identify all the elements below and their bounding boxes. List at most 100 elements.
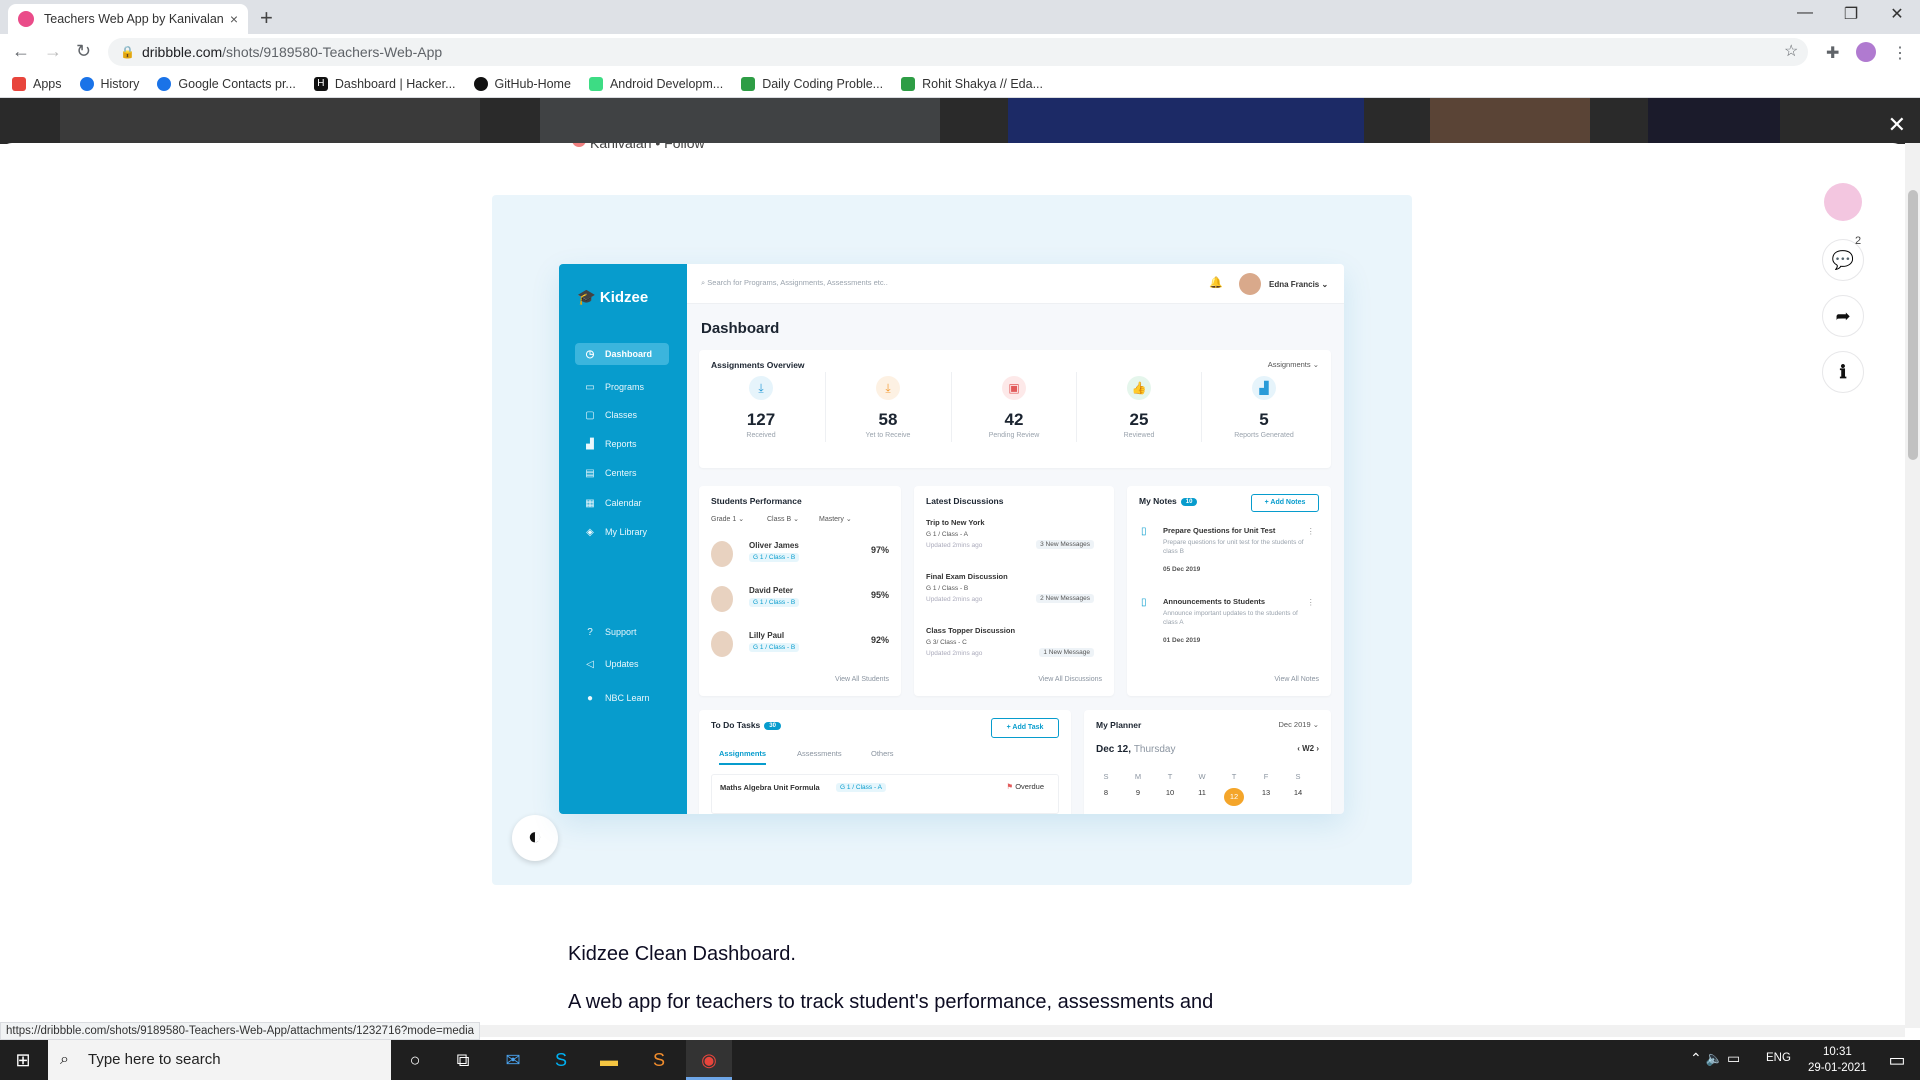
cortana-icon[interactable]: ○ bbox=[392, 1040, 438, 1080]
more-options-icon[interactable]: ⋮ bbox=[1307, 597, 1316, 608]
designer-avatar[interactable] bbox=[1824, 183, 1862, 221]
nav-my-library[interactable]: ◈ My Library bbox=[575, 521, 669, 543]
sublime-text-icon[interactable]: S bbox=[636, 1040, 682, 1080]
bookmark-rohit-shakya[interactable]: Rohit Shakya // Eda... bbox=[901, 76, 1043, 91]
nav-centers[interactable]: ▤ Centers bbox=[575, 462, 669, 484]
add-notes-button[interactable]: + Add Notes bbox=[1251, 494, 1319, 512]
more-options-icon[interactable]: ⋮ bbox=[1307, 526, 1316, 537]
system-tray[interactable]: ⌃ 🔈 ▭ bbox=[1690, 1050, 1740, 1067]
grade-filter[interactable]: Grade 1 ⌄ bbox=[711, 515, 744, 523]
nav-classes[interactable]: ▢ Classes bbox=[575, 404, 669, 426]
address-bar[interactable]: 🔒 dribbble.com/shots/9189580-Teachers-We… bbox=[108, 38, 1808, 66]
user-name[interactable]: Edna Francis ⌄ bbox=[1269, 280, 1328, 289]
share-icon[interactable]: ➦ bbox=[1822, 295, 1864, 337]
notification-bell-icon[interactable]: 🔔 bbox=[1209, 276, 1223, 289]
view-all-discussions-link[interactable]: View All Discussions bbox=[1038, 676, 1102, 683]
vertical-scrollbar-thumb[interactable] bbox=[1908, 190, 1918, 460]
nav-reports[interactable]: ▟ Reports bbox=[575, 433, 669, 455]
history-icon bbox=[79, 76, 94, 91]
month-selector[interactable]: Dec 2019 ⌄ bbox=[1279, 720, 1319, 729]
language-indicator[interactable]: ENG bbox=[1766, 1052, 1791, 1064]
nav-updates[interactable]: ◁ Updates bbox=[575, 653, 669, 675]
view-all-notes-link[interactable]: View All Notes bbox=[1274, 676, 1319, 683]
menu-kebab-icon[interactable]: ⋮ bbox=[1892, 43, 1908, 63]
bookmark-google-contacts[interactable]: Google Contacts pr... bbox=[157, 76, 296, 91]
note-item[interactable]: ▯ Prepare Questions for Unit Test Prepare … bbox=[1139, 526, 1315, 586]
close-modal-icon[interactable]: ✕ bbox=[1888, 112, 1906, 138]
discussion-row[interactable]: Class Topper Discussion G 3/ Class - C Upd… bbox=[926, 626, 1102, 676]
tab-close-icon[interactable]: × bbox=[230, 11, 238, 27]
add-task-button[interactable]: + Add Task bbox=[991, 718, 1059, 738]
author-follow[interactable]: Kanivalan • Follow bbox=[590, 143, 705, 151]
extensions-icon[interactable]: ✚ bbox=[1826, 43, 1839, 63]
thumbs-up-icon: 👍 bbox=[1127, 376, 1151, 400]
nav-calendar[interactable]: ▦ Calendar bbox=[575, 492, 669, 514]
assignments-filter[interactable]: Assignments ⌄ bbox=[1268, 360, 1319, 369]
chevron-left-icon[interactable]: ‹ bbox=[1297, 744, 1300, 753]
task-view-icon[interactable]: ⧉ bbox=[440, 1040, 486, 1080]
bookmark-daily-coding[interactable]: Daily Coding Proble... bbox=[741, 76, 883, 91]
user-avatar[interactable] bbox=[1239, 273, 1261, 295]
discussion-row[interactable]: Final Exam Discussion G 1 / Class - B Upda… bbox=[926, 572, 1102, 622]
note-date: 01 Dec 2019 bbox=[1163, 637, 1201, 644]
note-item[interactable]: ▯ Announcements to Students Announce impor… bbox=[1139, 597, 1315, 657]
windows-start-icon[interactable]: ⊞ bbox=[0, 1040, 46, 1080]
nav-nbc-learn[interactable]: ● NBC Learn bbox=[575, 687, 669, 709]
week-navigator[interactable]: ‹ W2 › bbox=[1297, 744, 1319, 753]
skype-icon[interactable]: S bbox=[538, 1040, 584, 1080]
mail-icon[interactable]: ✉ bbox=[490, 1040, 536, 1080]
notifications-icon[interactable]: ▭ bbox=[1874, 1040, 1920, 1080]
calendar-date[interactable]: 8 bbox=[1096, 788, 1116, 797]
bookmark-star-icon[interactable]: ☆ bbox=[1784, 38, 1798, 66]
clock[interactable]: 10:31 29-01-2021 bbox=[1808, 1044, 1867, 1076]
dashboard-search[interactable]: ⌕ Search for Programs, Assignments, Asse… bbox=[701, 278, 888, 288]
forward-arrow-icon[interactable]: → bbox=[44, 41, 62, 62]
nav-programs[interactable]: ▭ Programs bbox=[575, 376, 669, 398]
tab-assignments[interactable]: Assignments bbox=[719, 749, 767, 765]
class-filter[interactable]: Class B ⌄ bbox=[767, 515, 799, 523]
task-item[interactable]: Maths Algebra Unit Formula G 1 / Class -… bbox=[711, 774, 1059, 814]
chevron-right-icon[interactable]: › bbox=[1316, 744, 1319, 753]
mastery-filter[interactable]: Mastery ⌄ bbox=[819, 515, 852, 523]
kidzee-dashboard-shot[interactable]: 🎓 Kidzee ◷ Dashboard ▭ Programs ▢ Classes ▟… bbox=[559, 264, 1344, 814]
student-row[interactable]: Lilly Paul G 1 / Class - B 92% bbox=[711, 631, 889, 667]
back-arrow-icon[interactable]: ← bbox=[12, 41, 30, 62]
background-thumbnail bbox=[60, 98, 480, 144]
contrast-toggle-icon[interactable]: ◐ bbox=[512, 815, 558, 861]
bookmark-hackerrank[interactable]: H Dashboard | Hacker... bbox=[313, 76, 456, 91]
tab-assessments[interactable]: Assessments bbox=[797, 749, 842, 758]
calendar-date[interactable]: 13 bbox=[1256, 788, 1276, 797]
minimize-icon[interactable]: — bbox=[1782, 4, 1828, 22]
calendar-date[interactable]: 11 bbox=[1192, 788, 1212, 797]
nav-label: Support bbox=[605, 627, 637, 637]
new-tab-button[interactable]: + bbox=[260, 5, 273, 31]
bookmark-github[interactable]: GitHub-Home bbox=[473, 76, 571, 91]
calendar-today[interactable]: 12 bbox=[1224, 788, 1244, 806]
file-explorer-icon[interactable]: ▬ bbox=[586, 1040, 632, 1080]
profile-avatar[interactable] bbox=[1856, 42, 1876, 62]
bookmark-android[interactable]: Android Developm... bbox=[588, 76, 723, 91]
chrome-taskbar-icon[interactable]: ◉ bbox=[686, 1040, 732, 1080]
calendar-date[interactable]: 10 bbox=[1160, 788, 1180, 797]
student-row[interactable]: Oliver James G 1 / Class - B 97% bbox=[711, 541, 889, 577]
window-close-icon[interactable]: ✕ bbox=[1874, 4, 1920, 24]
stat-value: 127 bbox=[746, 410, 776, 429]
student-name: Oliver James bbox=[749, 541, 799, 550]
bookmark-history[interactable]: History bbox=[79, 76, 139, 91]
browser-tab[interactable]: Teachers Web App by Kanivalan × bbox=[8, 4, 248, 34]
reload-icon[interactable]: ↻ bbox=[76, 41, 91, 62]
assignments-overview-card: Assignments Overview Assignments ⌄ ⤓ 127 R… bbox=[699, 350, 1331, 468]
view-all-students-link[interactable]: View All Students bbox=[835, 676, 889, 683]
calendar-date[interactable]: 14 bbox=[1288, 788, 1308, 797]
student-row[interactable]: David Peter G 1 / Class - B 95% bbox=[711, 586, 889, 622]
tab-others[interactable]: Others bbox=[871, 749, 894, 758]
discussion-row[interactable]: Trip to New York G 1 / Class - A Updated 2… bbox=[926, 518, 1102, 568]
restore-icon[interactable]: ❐ bbox=[1828, 4, 1874, 24]
info-icon[interactable]: ℹ bbox=[1822, 351, 1864, 393]
nav-dashboard[interactable]: ◷ Dashboard bbox=[575, 343, 669, 365]
calendar-date[interactable]: 9 bbox=[1128, 788, 1148, 797]
author-avatar[interactable] bbox=[572, 143, 586, 147]
bookmark-apps[interactable]: Apps bbox=[12, 76, 62, 91]
nav-support[interactable]: ? Support bbox=[575, 621, 669, 643]
taskbar-search[interactable]: ⌕ Type here to search bbox=[48, 1040, 391, 1080]
